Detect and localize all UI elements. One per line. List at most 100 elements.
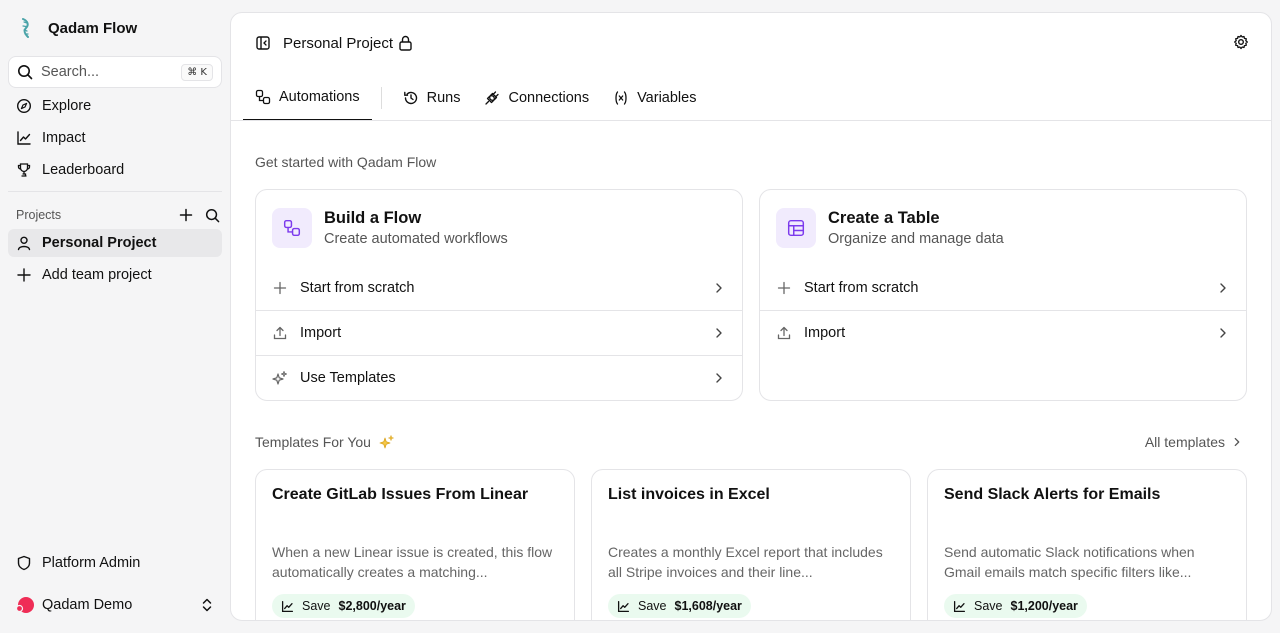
- all-templates-label: All templates: [1144, 434, 1225, 450]
- sidebar-item-personal-project[interactable]: Personal Project: [8, 229, 222, 257]
- sidebar-item-add-team-project[interactable]: Add team project: [8, 261, 222, 289]
- tab-label: Connections: [508, 90, 590, 106]
- search-placeholder: Search...: [41, 64, 100, 80]
- table-icon: [787, 219, 805, 237]
- add-project-button[interactable]: [176, 206, 196, 224]
- tab-runs[interactable]: Runs: [391, 75, 473, 121]
- chart-line-icon: [281, 600, 294, 612]
- qadam-logo-icon: [16, 17, 36, 39]
- savings-value: $1,200/year: [1010, 599, 1078, 613]
- main-panel: Personal Project Automations Runs Connec…: [230, 12, 1272, 621]
- tabs-divider: [231, 120, 1271, 121]
- plus-icon: [17, 268, 31, 282]
- variable-icon: [615, 91, 627, 105]
- savings-prefix: Save: [302, 599, 331, 613]
- flow-use-templates-row[interactable]: Use Templates: [256, 355, 742, 400]
- upload-icon: [273, 326, 287, 340]
- chevrons-up-down-icon: [202, 598, 212, 612]
- table-import-row[interactable]: Import: [760, 310, 1246, 355]
- savings-prefix: Save: [638, 599, 667, 613]
- workflow-icon: [255, 89, 271, 105]
- tab-label: Automations: [279, 89, 360, 105]
- search-projects-button[interactable]: [202, 206, 222, 224]
- nav-item-label: Leaderboard: [42, 162, 125, 178]
- trophy-icon: [17, 163, 31, 177]
- chevron-right-icon: [1220, 282, 1226, 293]
- page-title: Personal Project: [283, 35, 413, 52]
- chevron-right-icon: [1234, 437, 1240, 447]
- plus-icon: [273, 281, 287, 294]
- plus-icon: [777, 281, 791, 294]
- tab-label: Runs: [426, 90, 461, 106]
- chart-line-icon: [17, 131, 31, 145]
- card-header: Build a Flow Create automated workflows: [272, 208, 508, 248]
- chevron-right-icon: [716, 282, 722, 293]
- search-icon: [205, 208, 219, 222]
- search-shortcut: ⌘ K: [181, 63, 213, 81]
- sidebar-divider: [8, 191, 222, 192]
- tab-automations[interactable]: Automations: [243, 75, 372, 121]
- flow-start-from-scratch-row[interactable]: Start from scratch: [256, 265, 742, 310]
- template-card[interactable]: List invoices in Excel Creates a monthly…: [591, 469, 911, 620]
- row-label: Start from scratch: [804, 279, 919, 296]
- template-card[interactable]: Create GitLab Issues From Linear When a …: [255, 469, 575, 620]
- flow-import-row[interactable]: Import: [256, 310, 742, 355]
- projects-label: Projects: [16, 208, 62, 222]
- brand[interactable]: Qadam Flow: [16, 16, 137, 40]
- compass-icon: [16, 98, 32, 114]
- template-card[interactable]: Send Slack Alerts for Emails Send automa…: [927, 469, 1247, 620]
- templates-title: Templates For You: [255, 434, 371, 450]
- projects-header: Projects: [16, 206, 222, 224]
- savings-badge: Save $1,608/year: [608, 594, 751, 618]
- shield-icon: [17, 555, 31, 571]
- template-description: Send automatic Slack notifications when …: [944, 544, 1195, 580]
- toggle-sidebar-button[interactable]: [255, 35, 271, 51]
- card-title: Create a Table: [828, 209, 940, 227]
- topbar: Personal Project: [231, 13, 1271, 73]
- tab-separator: [380, 87, 382, 109]
- nav-item-explore[interactable]: Explore: [8, 92, 222, 120]
- card-header: Create a Table Organize and manage data: [776, 208, 1004, 248]
- row-label: Import: [804, 325, 846, 341]
- row-label: Import: [300, 325, 342, 341]
- savings-badge: Save $2,800/year: [272, 594, 415, 618]
- get-started-title: Get started with Qadam Flow: [255, 154, 437, 170]
- avatar: [16, 597, 34, 613]
- sidebar-item-platform-admin[interactable]: Platform Admin: [8, 549, 222, 577]
- template-description: Creates a monthly Excel report that incl…: [608, 544, 883, 580]
- sidebar-toggle-icon: [256, 36, 270, 50]
- template-title: Send Slack Alerts for Emails: [944, 486, 1161, 503]
- settings-button[interactable]: [1233, 34, 1249, 53]
- templates-heading: Templates For You: [255, 434, 395, 450]
- lock-icon: [399, 35, 412, 51]
- chart-line-icon: [953, 600, 966, 612]
- savings-value: $2,800/year: [338, 599, 406, 613]
- chart-line-icon: [617, 600, 630, 612]
- sparkles-icon: [272, 371, 287, 385]
- history-icon: [403, 91, 417, 105]
- row-label: Use Templates: [300, 370, 396, 386]
- tab-connections[interactable]: Connections: [472, 75, 601, 121]
- tab-variables[interactable]: Variables: [601, 75, 708, 121]
- table-start-from-scratch-row[interactable]: Start from scratch: [760, 265, 1246, 310]
- gear-icon: [1234, 34, 1248, 50]
- card-subtitle: Organize and manage data: [828, 231, 1004, 247]
- nav-item-impact[interactable]: Impact: [8, 124, 222, 152]
- create-table-card: Create a Table Organize and manage data …: [759, 189, 1247, 401]
- chevron-right-icon: [1220, 328, 1226, 338]
- card-title: Build a Flow: [324, 209, 422, 227]
- template-description: When a new Linear issue is created, this…: [272, 544, 553, 580]
- user-menu[interactable]: Qadam Demo: [8, 591, 222, 619]
- savings-value: $1,608/year: [674, 599, 742, 613]
- template-title: Create GitLab Issues From Linear: [272, 486, 529, 503]
- card-badge: [272, 208, 312, 248]
- sidebar: Qadam Flow Search... ⌘ K Explore Impact …: [0, 0, 230, 633]
- template-title: List invoices in Excel: [608, 486, 770, 503]
- nav-item-leaderboard[interactable]: Leaderboard: [8, 156, 222, 184]
- project-title: Personal Project: [283, 34, 394, 52]
- all-templates-link[interactable]: All templates: [1145, 434, 1243, 450]
- search-input[interactable]: Search... ⌘ K: [8, 56, 222, 88]
- sidebar-item-label: Personal Project: [42, 235, 157, 251]
- nav-item-label: Explore: [42, 98, 92, 114]
- sidebar-item-label: Platform Admin: [42, 555, 141, 571]
